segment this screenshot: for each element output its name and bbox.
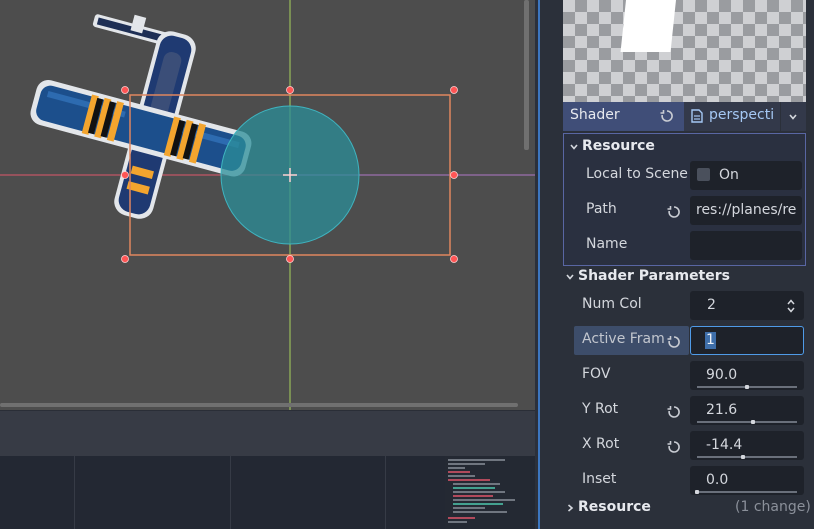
viewport-horizontal-scrollbar[interactable] <box>0 403 518 407</box>
viewport-vertical-scrollbar[interactable] <box>524 0 529 150</box>
y-rot-value: 21.6 <box>706 402 738 418</box>
name-field[interactable] <box>690 231 802 260</box>
active-frame-reset-icon[interactable] <box>667 335 681 349</box>
x-rot-slider-track[interactable] <box>697 456 797 458</box>
inset-slider-grabber[interactable] <box>695 490 699 494</box>
bottom-panel-divider <box>230 456 231 529</box>
material-preview <box>563 0 806 102</box>
x-rot-label: X Rot <box>582 436 620 452</box>
handle-top[interactable] <box>286 86 294 94</box>
bottom-divider <box>0 410 535 411</box>
shader-parameters-title[interactable]: Shader Parameters <box>578 268 730 284</box>
handle-top-left[interactable] <box>121 86 129 94</box>
chevron-right-icon <box>567 504 574 512</box>
y-rot-slider-track[interactable] <box>697 421 797 423</box>
inset-label: Inset <box>582 471 617 487</box>
handle-bottom-left[interactable] <box>121 255 129 263</box>
inset-slider-track[interactable] <box>697 491 797 493</box>
x-rot-value: -14.4 <box>706 437 743 453</box>
resource-section-title[interactable]: Resource <box>582 138 655 154</box>
handle-bottom-right[interactable] <box>450 255 458 263</box>
fov-label: FOV <box>582 366 611 382</box>
preview-sprite <box>620 0 676 52</box>
y-rot-reset-icon[interactable] <box>667 405 681 419</box>
bottom-panel-divider <box>385 456 386 529</box>
local-to-scene-value: On <box>719 167 739 183</box>
handle-bottom[interactable] <box>286 255 294 263</box>
bottom-panel-divider <box>74 456 75 529</box>
path-value: res://planes/re <box>696 202 797 218</box>
spin-arrows-icon[interactable] <box>786 298 796 314</box>
inset-value: 0.0 <box>706 472 729 488</box>
resource-footer-title[interactable]: Resource <box>578 499 651 515</box>
name-label: Name <box>586 236 628 252</box>
chevron-down-icon <box>789 114 797 120</box>
x-rot-slider-grabber[interactable] <box>741 455 745 459</box>
canvas-viewport[interactable] <box>0 0 535 410</box>
num-col-value: 2 <box>707 297 716 313</box>
path-label: Path <box>586 201 617 217</box>
shader-label: Shader <box>570 107 620 123</box>
active-frame-value: 1 <box>705 332 716 349</box>
shader-file-icon <box>691 109 703 123</box>
fov-slider-grabber[interactable] <box>745 385 749 389</box>
x-rot-reset-icon[interactable] <box>667 440 681 454</box>
chevron-down-icon <box>566 274 574 280</box>
path-reset-icon[interactable] <box>667 205 681 219</box>
num-col-label: Num Col <box>582 296 642 312</box>
resource-footer-changes: (1 change) <box>735 499 811 515</box>
handle-right[interactable] <box>450 171 458 179</box>
local-to-scene-label: Local to Scene <box>586 166 688 182</box>
code-minimap[interactable] <box>445 456 530 529</box>
canvas-svg <box>0 0 535 410</box>
fov-value: 90.0 <box>706 367 738 383</box>
handle-top-right[interactable] <box>450 86 458 94</box>
shader-reset-icon[interactable] <box>660 109 674 123</box>
bottom-toolbar <box>0 410 535 456</box>
shader-resource-name: perspecti <box>709 107 773 123</box>
y-rot-label: Y Rot <box>582 401 619 417</box>
active-frame-label: Active Fram <box>582 331 665 347</box>
handle-left[interactable] <box>121 171 129 179</box>
y-rot-slider-grabber[interactable] <box>751 420 755 424</box>
chevron-down-icon <box>570 144 578 150</box>
checkbox-icon <box>697 168 710 181</box>
airplane-sprite[interactable] <box>28 5 254 222</box>
